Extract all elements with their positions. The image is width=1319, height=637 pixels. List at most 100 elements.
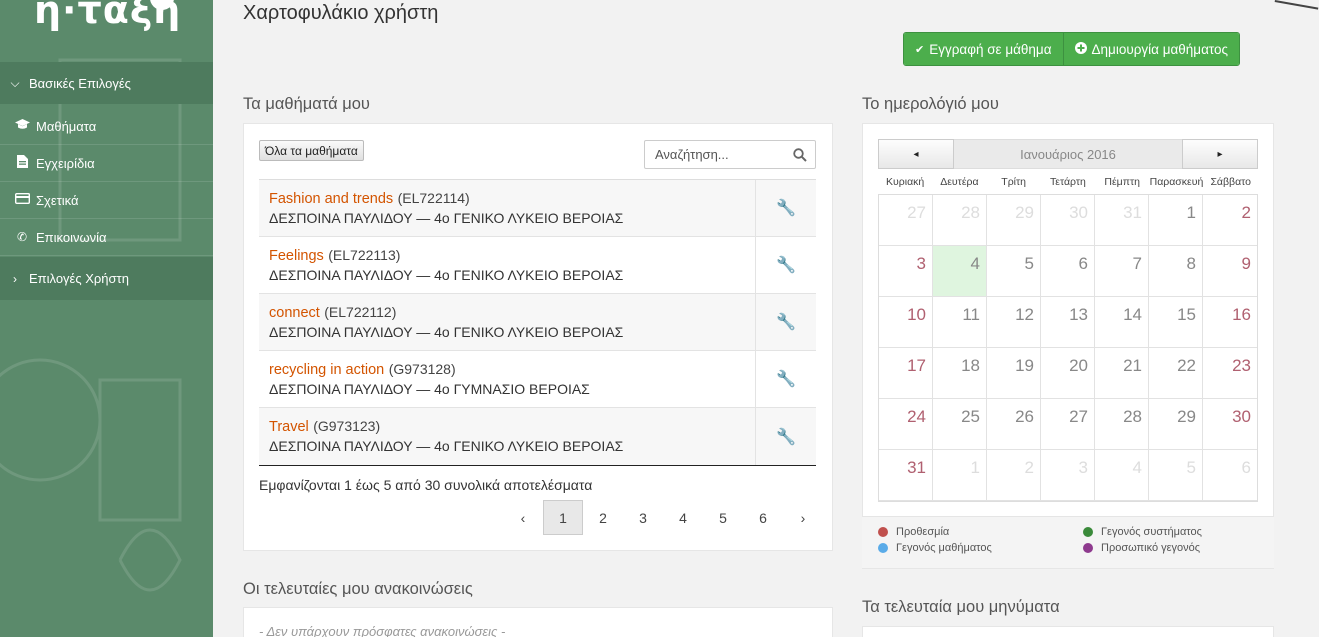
course-teacher: ΔΕΣΠΟΙΝΑ ΠΑΥΛΙΔΟΥ — 4ο ΓΕΝΙΚΟ ΛΥΚΕΙΟ ΒΕΡ…	[269, 210, 624, 226]
calendar-day[interactable]: 30	[1203, 399, 1257, 450]
messages-section-title: Τα τελευταία μου μηνύματα	[862, 598, 1060, 616]
calendar-day[interactable]: 17	[879, 348, 933, 399]
announcements-empty-text: - Δεν υπάρχουν πρόσφατες ανακοινώσεις -	[259, 624, 506, 637]
calendar-day[interactable]: 5	[987, 246, 1041, 297]
wrench-icon[interactable]: 🔧	[756, 408, 816, 465]
menu-section-basic[interactable]: ⌵ Βασικές Επιλογές	[0, 62, 213, 104]
calendar-day[interactable]: 29	[1149, 399, 1203, 450]
system-event-dot-icon	[1083, 527, 1093, 537]
calendar-day[interactable]: 28	[1095, 399, 1149, 450]
calendar-day[interactable]: 11	[933, 297, 987, 348]
calendar-prev-button[interactable]: ◂	[878, 139, 954, 169]
course-title-link[interactable]: Fashion and trends	[269, 191, 393, 207]
wrench-icon[interactable]: 🔧	[756, 237, 816, 293]
calendar: ◂ Ιανουάριος 2016 ▸ Κυριακή Δευτέρα Τρίτ…	[878, 139, 1258, 502]
enroll-course-button[interactable]: ✔ Εγγραφή σε μάθημα	[904, 33, 1063, 65]
course-teacher: ΔΕΣΠΟΙΝΑ ΠΑΥΛΙΔΟΥ — 4ο ΓΕΝΙΚΟ ΛΥΚΕΙΟ ΒΕΡ…	[269, 324, 624, 340]
course-info: Travel (G973123) ΔΕΣΠΟΙΝΑ ΠΑΥΛΙΔΟΥ — 4ο …	[259, 408, 756, 465]
pagination-page-2[interactable]: 2	[583, 500, 623, 535]
wrench-icon[interactable]: 🔧	[756, 180, 816, 236]
calendar-day[interactable]: 19	[987, 348, 1041, 399]
calendar-day[interactable]: 23	[1203, 348, 1257, 399]
weekday-label: Πέμπτη	[1104, 175, 1140, 188]
calendar-day[interactable]: 25	[933, 399, 987, 450]
course-teacher: ΔΕΣΠΟΙΝΑ ΠΑΥΛΙΔΟΥ — 4ο ΓΥΜΝΑΣΙΟ ΒΕΡΟΙΑΣ	[269, 381, 590, 397]
calendar-day[interactable]: 27	[879, 195, 933, 246]
credit-card-icon	[14, 192, 30, 207]
pagination-page-5[interactable]: 5	[703, 500, 743, 535]
calendar-day[interactable]: 1	[933, 450, 987, 501]
sidebar-item-contact[interactable]: ✆ Επικοινωνία	[0, 219, 213, 256]
calendar-day[interactable]: 24	[879, 399, 933, 450]
pagination-page-4[interactable]: 4	[663, 500, 703, 535]
create-course-button[interactable]: Δημιουργία μαθήματος	[1062, 33, 1240, 65]
calendar-day-today[interactable]: 4	[933, 246, 987, 297]
sidebar-item-label: Μαθήματα	[36, 118, 97, 134]
calendar-day[interactable]: 31	[879, 450, 933, 501]
calendar-day[interactable]: 16	[1203, 297, 1257, 348]
calendar-day[interactable]: 2	[987, 450, 1041, 501]
menu-section-label: Βασικές Επιλογές	[29, 75, 131, 91]
results-summary: Εμφανίζονται 1 έως 5 από 30 συνολικά απο…	[259, 477, 593, 493]
calendar-day[interactable]: 4	[1095, 450, 1149, 501]
pagination-prev[interactable]: ‹	[503, 500, 543, 535]
calendar-day[interactable]: 1	[1149, 195, 1203, 246]
calendar-day[interactable]: 3	[879, 246, 933, 297]
pagination-page-3[interactable]: 3	[623, 500, 663, 535]
page-title: Χαρτοφυλάκιο χρήστη	[243, 2, 439, 24]
calendar-day[interactable]: 15	[1149, 297, 1203, 348]
calendar-day[interactable]: 31	[1095, 195, 1149, 246]
calendar-day[interactable]: 13	[1041, 297, 1095, 348]
calendar-day[interactable]: 21	[1095, 348, 1149, 399]
course-event-dot-icon	[878, 543, 888, 553]
course-title-link[interactable]: Travel	[269, 419, 309, 435]
calendar-day[interactable]: 9	[1203, 246, 1257, 297]
menu-section-label: Επιλογές Χρήστη	[29, 271, 129, 286]
course-title-link[interactable]: recycling in action	[269, 362, 384, 378]
calendar-day[interactable]: 30	[1041, 195, 1095, 246]
create-course-label: Δημιουργία μαθήματος	[1091, 41, 1229, 57]
calendar-day[interactable]: 27	[1041, 399, 1095, 450]
wrench-icon[interactable]: 🔧	[756, 294, 816, 350]
menu-section-user-options[interactable]: › Επιλογές Χρήστη	[0, 257, 213, 300]
calendar-day[interactable]: 7	[1095, 246, 1149, 297]
course-code: (G973128)	[388, 361, 456, 377]
calendar-day[interactable]: 6	[1203, 450, 1257, 501]
calendar-day[interactable]: 14	[1095, 297, 1149, 348]
graduation-cap-icon	[14, 119, 30, 133]
search-input[interactable]: Αναζήτηση...	[644, 140, 816, 169]
pagination-page-1[interactable]: 1	[543, 500, 583, 535]
sidebar-item-courses[interactable]: Μαθήματα	[0, 108, 213, 145]
plus-circle-icon	[1074, 41, 1087, 57]
calendar-day[interactable]: 2	[1203, 195, 1257, 246]
calendar-next-button[interactable]: ▸	[1182, 139, 1258, 169]
sidebar-item-manuals[interactable]: Εγχειρίδια	[0, 145, 213, 182]
weekday-label: Δευτέρα	[940, 175, 979, 188]
calendar-day[interactable]: 3	[1041, 450, 1095, 501]
legend-label: Προθεσμία	[896, 526, 950, 538]
course-info: connect (EL722112) ΔΕΣΠΟΙΝΑ ΠΑΥΛΙΔΟΥ — 4…	[259, 294, 756, 350]
pagination-next[interactable]: ›	[783, 500, 823, 535]
calendar-day[interactable]: 22	[1149, 348, 1203, 399]
course-title-link[interactable]: connect	[269, 305, 320, 321]
all-courses-button[interactable]: Όλα τα μαθήματα	[259, 140, 364, 161]
calendar-day[interactable]: 18	[933, 348, 987, 399]
course-code: (G973123)	[313, 418, 381, 434]
calendar-day[interactable]: 28	[933, 195, 987, 246]
search-icon[interactable]	[793, 148, 807, 162]
calendar-day[interactable]: 20	[1041, 348, 1095, 399]
calendar-day[interactable]: 10	[879, 297, 933, 348]
calendar-day[interactable]: 29	[987, 195, 1041, 246]
calendar-day[interactable]: 5	[1149, 450, 1203, 501]
sidebar-item-about[interactable]: Σχετικά	[0, 182, 213, 219]
calendar-day[interactable]: 8	[1149, 246, 1203, 297]
wrench-icon[interactable]: 🔧	[756, 351, 816, 407]
document-icon	[14, 155, 30, 171]
sidebar-item-label: Εγχειρίδια	[36, 155, 95, 171]
course-info: Feelings (EL722113) ΔΕΣΠΟΙΝΑ ΠΑΥΛΙΔΟΥ — …	[259, 237, 756, 293]
calendar-day[interactable]: 12	[987, 297, 1041, 348]
calendar-day[interactable]: 6	[1041, 246, 1095, 297]
calendar-day[interactable]: 26	[987, 399, 1041, 450]
course-title-link[interactable]: Feelings	[269, 248, 324, 264]
pagination-page-6[interactable]: 6	[743, 500, 783, 535]
